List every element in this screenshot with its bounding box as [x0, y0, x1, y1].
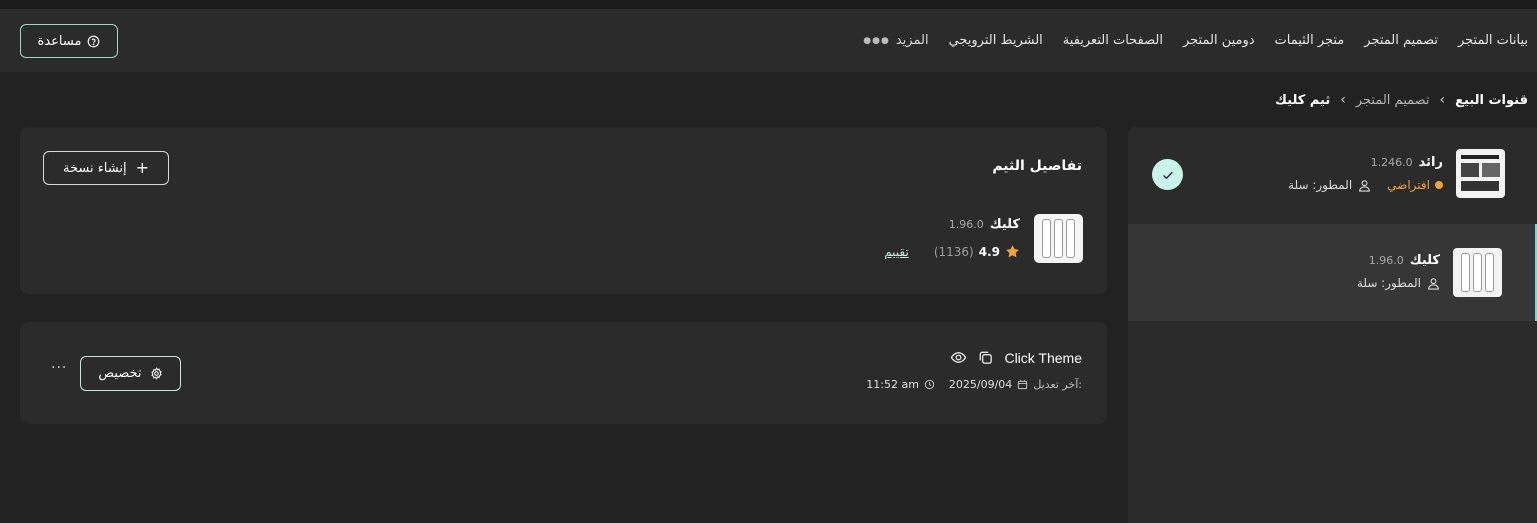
nav-more-menu[interactable]: المزيد ●●●: [863, 33, 928, 48]
nav-item-landing-pages[interactable]: الصفحات التعريفية: [1063, 33, 1163, 48]
theme-version: 1.96.0: [1368, 254, 1404, 267]
nav-item-theme-store[interactable]: متجر الثيمات: [1275, 33, 1345, 48]
chevron-left-icon: ‹: [1439, 92, 1446, 108]
rating-value: 4.9: [978, 244, 1000, 259]
chevron-left-icon: ‹: [1340, 92, 1346, 108]
rating: 4.9 (1136) تقييم: [884, 244, 1020, 259]
rating-count: (1136): [933, 244, 974, 259]
customize-label: تخصيص: [98, 366, 142, 381]
top-navbar: بيانات المتجر تصميم المتجر متجر الثيمات …: [0, 9, 1537, 72]
copy-icon[interactable]: [977, 349, 994, 366]
question-circle-icon: [88, 35, 100, 47]
theme-name: كليك: [1409, 253, 1440, 268]
user-icon: [1358, 179, 1371, 192]
gear-icon: [150, 367, 162, 380]
active-check-icon: [1152, 159, 1183, 190]
user-icon: [1427, 277, 1440, 290]
theme-version: 1.246.0: [1370, 156, 1413, 169]
theme-name: كليك: [989, 217, 1020, 232]
window-top-strip: [0, 0, 1537, 9]
customize-button[interactable]: تخصيص: [80, 356, 181, 391]
last-modified: آخر تعديل: 2025/09/04 11:52 am: [866, 378, 1082, 391]
theme-version-card: Click Theme آخر تعديل: 2025/09/04 11:52 …: [20, 322, 1107, 424]
nav-item-promo-bar[interactable]: الشريط الترويجي: [949, 33, 1043, 48]
nav-more-label: المزيد: [895, 33, 929, 48]
nav-item-store-design[interactable]: تصميم المتجر: [1364, 33, 1438, 48]
default-badge: افتراضي: [1387, 178, 1443, 192]
version-title: Click Theme: [950, 349, 1082, 366]
plus-icon: +: [135, 158, 150, 177]
create-copy-button[interactable]: + إنشاء نسخة: [43, 151, 169, 185]
theme-name: رائد: [1418, 155, 1443, 170]
nav-item-store-data[interactable]: بيانات المتجر: [1458, 33, 1528, 48]
breadcrumb: قنوات البيع ‹ تصميم المتجر ‹ ثيم كليك: [1275, 90, 1528, 110]
theme-developer: المطور: سلة: [1356, 276, 1421, 290]
nav-tabs: بيانات المتجر تصميم المتجر متجر الثيمات …: [863, 9, 1528, 72]
star-icon: [1005, 244, 1020, 259]
theme-info: كليك 1.96.0 المطور: سلة: [1357, 253, 1440, 290]
theme-summary: كليك 1.96.0 4.9 (1136) تقييم: [884, 214, 1083, 263]
themes-sidebar: رائد 1.246.0 افتراضي المطور: سلة كليك 1.…: [1128, 127, 1537, 523]
modified-time: 11:52 am: [866, 378, 919, 391]
theme-thumbnail: [1456, 149, 1505, 198]
theme-details-card: تفاصيل الثيم + إنشاء نسخة كليك 1.96.0 4.…: [20, 127, 1107, 294]
breadcrumb-store-design[interactable]: تصميم المتجر: [1356, 93, 1430, 108]
version-name: Click Theme: [1004, 349, 1082, 366]
modified-date: 2025/09/04: [948, 378, 1013, 391]
calendar-icon: [1017, 379, 1028, 390]
nav-item-store-domain[interactable]: دومين المتجر: [1183, 33, 1255, 48]
clock-icon: [924, 379, 935, 390]
breadcrumb-sales-channels[interactable]: قنوات البيع: [1455, 93, 1528, 108]
more-options-icon[interactable]: ···: [51, 360, 67, 376]
rate-link[interactable]: تقييم: [884, 245, 909, 259]
help-button[interactable]: مساعدة: [20, 24, 118, 58]
theme-thumbnail: [1453, 248, 1502, 297]
create-copy-label: إنشاء نسخة: [62, 160, 127, 176]
theme-item-click[interactable]: كليك 1.96.0 المطور: سلة: [1128, 224, 1537, 321]
help-label: مساعدة: [37, 33, 82, 49]
more-dots-icon: ●●●: [863, 35, 890, 46]
status-dot-icon: [1435, 181, 1443, 189]
breadcrumb-current: ثيم كليك: [1275, 92, 1331, 108]
theme-summary-info: كليك 1.96.0 4.9 (1136) تقييم: [884, 214, 1020, 259]
theme-item-raed[interactable]: رائد 1.246.0 افتراضي المطور: سلة: [1128, 127, 1537, 224]
card-title: تفاصيل الثيم: [992, 158, 1082, 174]
theme-thumbnail: [1034, 214, 1083, 263]
theme-info: رائد 1.246.0 افتراضي المطور: سلة: [1288, 155, 1443, 192]
theme-developer: المطور: سلة: [1288, 178, 1353, 192]
eye-icon[interactable]: [950, 349, 967, 366]
theme-version: 1.96.0: [948, 218, 984, 231]
default-label: افتراضي: [1387, 178, 1430, 192]
last-modified-label: آخر تعديل:: [1033, 378, 1082, 391]
